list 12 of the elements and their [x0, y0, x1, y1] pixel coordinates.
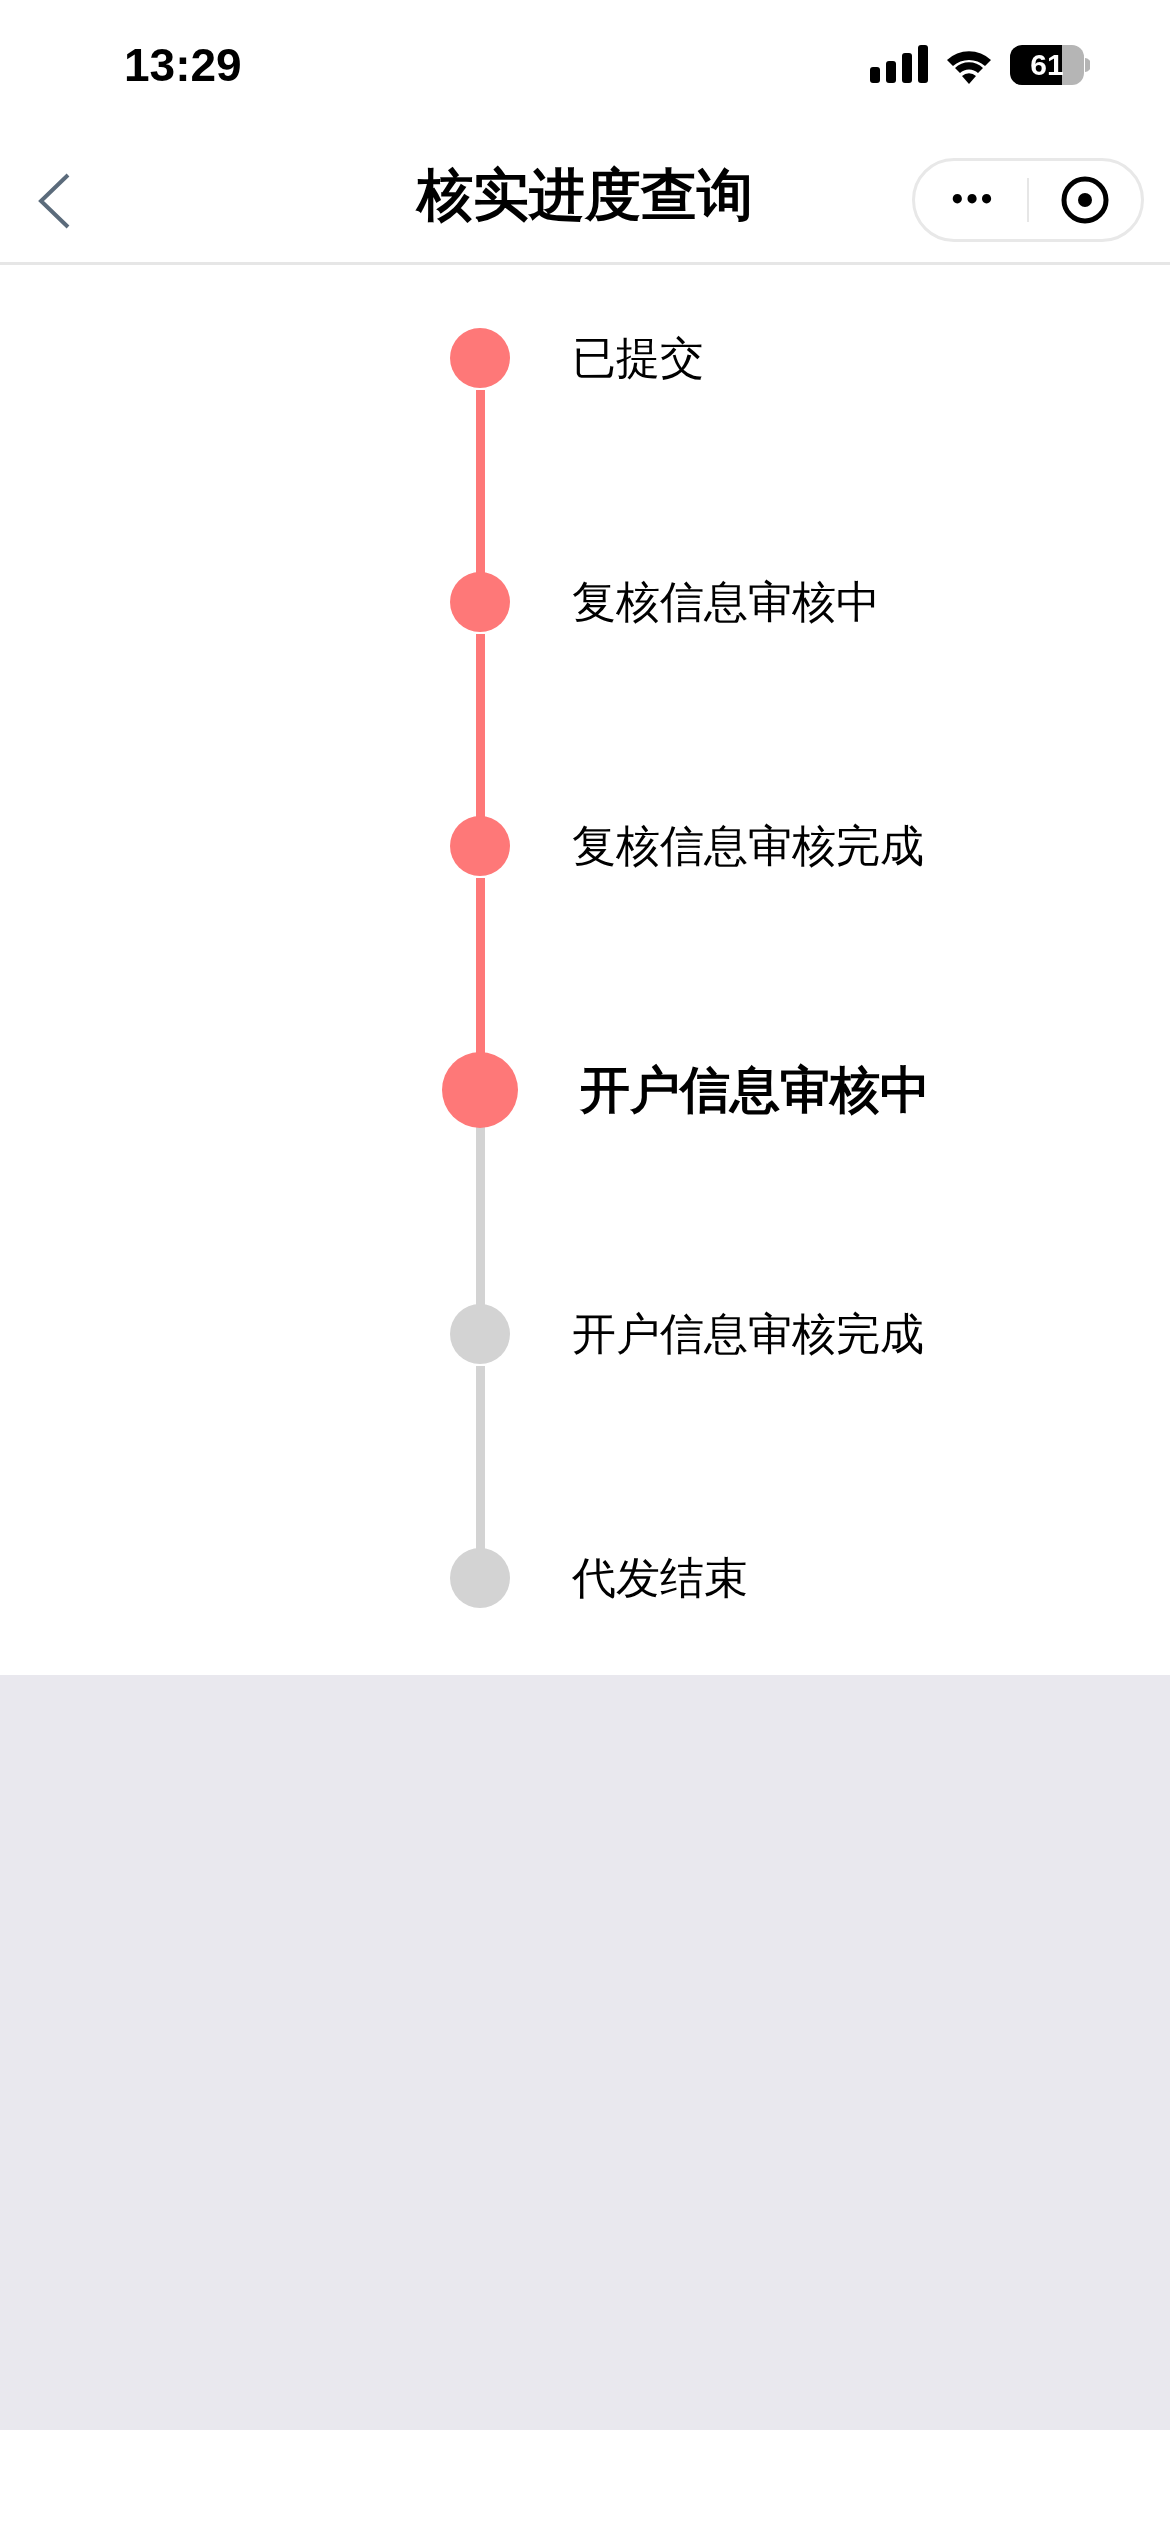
more-button[interactable]: •••: [915, 161, 1027, 239]
target-icon: [1060, 175, 1110, 225]
signal-icon: [870, 45, 928, 85]
page-title: 核实进度查询: [417, 161, 753, 229]
step-label: 复核信息审核完成: [572, 818, 924, 873]
step-label: 已提交: [572, 330, 704, 385]
step-label: 复核信息审核中: [572, 574, 880, 629]
step-label: 开户信息审核中: [580, 1059, 930, 1121]
status-time: 13:29: [124, 38, 242, 92]
step-label: 开户信息审核完成: [572, 1306, 924, 1361]
back-icon: [36, 172, 72, 230]
step-label: 代发结束: [572, 1550, 748, 1605]
